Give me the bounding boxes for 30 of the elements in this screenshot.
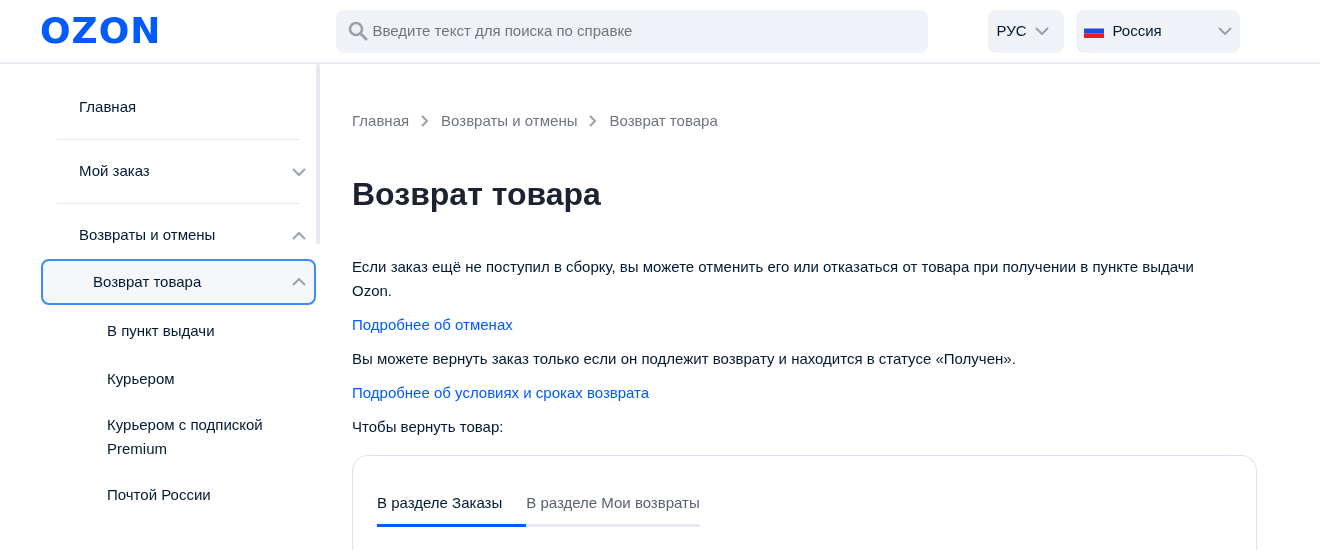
chevron-icon bbox=[1034, 27, 1049, 35]
logo[interactable]: OZON bbox=[40, 13, 162, 49]
page-title: Возврат товара bbox=[352, 174, 602, 213]
sidebar-item[interactable]: В пункт выдачи bbox=[57, 307, 316, 355]
chevron-icon bbox=[1218, 27, 1233, 35]
chevron-icon bbox=[292, 231, 306, 240]
sidebar-item[interactable]: Главная bbox=[57, 76, 316, 139]
text-link[interactable]: Подробнее об отменах bbox=[352, 312, 513, 337]
tab[interactable]: В разделе Заказы bbox=[377, 491, 527, 528]
breadcrumb-link[interactable]: Возвраты и отмены bbox=[441, 110, 578, 133]
language-select[interactable]: РУС bbox=[988, 9, 1065, 53]
search-field[interactable]: Введите текст для поиска по справке bbox=[336, 9, 929, 53]
sidebar-item[interactable]: Мой заказ bbox=[57, 140, 316, 203]
paragraph: Если заказ ещё не поступил в сборку, вы можете отменить его или отказаться от товара при получении в пункте выдачи Ozon. bbox=[352, 256, 1195, 301]
breadcrumb-link[interactable]: Возврат товара bbox=[609, 110, 718, 133]
tab[interactable]: В разделе Мои возвраты bbox=[526, 491, 700, 528]
text-link[interactable]: Подробнее об условиях и сроках возврата bbox=[352, 380, 650, 405]
search-icon bbox=[348, 20, 369, 41]
sidebar-item[interactable]: Курьером bbox=[57, 355, 316, 403]
breadcrumb-link[interactable]: Главная bbox=[352, 110, 410, 133]
sidebar-item[interactable]: Курьером с подпиской Premium bbox=[57, 403, 316, 471]
chevron-right-icon bbox=[589, 115, 598, 128]
sidebar-item[interactable]: Почтой России bbox=[57, 471, 316, 519]
chevron-icon bbox=[292, 278, 306, 286]
chevron-icon bbox=[292, 167, 306, 176]
paragraph: Вы можете вернуть заказ только если он подлежит возврату и находится в статусе «Получен». bbox=[352, 348, 1017, 369]
paragraph: Чтобы вернуть товар: bbox=[352, 416, 505, 437]
chevron-right-icon bbox=[421, 115, 430, 128]
country-select[interactable]: Россия bbox=[1076, 9, 1241, 53]
sidebar-item[interactable]: Возврат товара bbox=[41, 259, 316, 305]
